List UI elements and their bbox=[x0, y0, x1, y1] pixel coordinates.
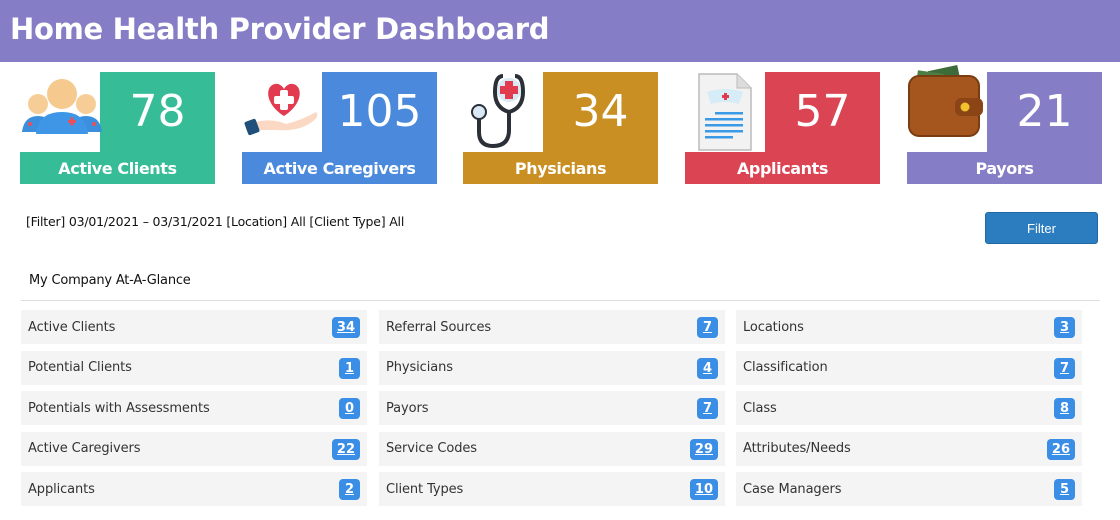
card-value-box: 57 bbox=[765, 72, 880, 153]
card-label: Payors bbox=[907, 152, 1102, 184]
item-label: Client Types bbox=[386, 481, 464, 497]
list-item: Class 8 bbox=[736, 391, 1082, 425]
list-item: Locations 3 bbox=[736, 310, 1082, 344]
count-badge[interactable]: 29 bbox=[689, 438, 718, 460]
hand-heart-icon bbox=[244, 83, 318, 136]
count-badge[interactable]: 7 bbox=[697, 398, 718, 419]
item-label: Potentials with Assessments bbox=[28, 400, 210, 416]
card-value-box: 34 bbox=[543, 72, 658, 153]
item-label: Active Clients bbox=[28, 319, 116, 335]
glance-column-2: Referral Sources 7 Physicians 4 Payors 7 Se… bbox=[379, 310, 725, 513]
item-label: Attributes/Needs bbox=[743, 441, 851, 456]
count-badge[interactable]: 0 bbox=[339, 398, 360, 419]
list-item: Potentials with Assessments 0 bbox=[21, 391, 367, 425]
count-badge[interactable]: 7 bbox=[697, 317, 718, 338]
card-value-box: 21 bbox=[987, 72, 1102, 153]
item-label: Case Managers bbox=[743, 481, 842, 497]
count-badge[interactable]: 7 bbox=[1054, 357, 1075, 379]
card-physicians[interactable]: 34 Physicians bbox=[463, 72, 658, 184]
card-active-caregivers[interactable]: 105 Active Caregivers bbox=[242, 72, 437, 184]
list-item: Active Caregivers 22 bbox=[21, 431, 367, 466]
count-badge[interactable]: 34 bbox=[331, 317, 360, 338]
section-title: My Company At-A-Glance bbox=[29, 273, 191, 288]
list-item: Case Managers 5 bbox=[736, 472, 1082, 506]
count-badge[interactable]: 1 bbox=[339, 357, 360, 379]
item-label: Class bbox=[743, 400, 777, 416]
count-badge[interactable]: 3 bbox=[1054, 317, 1075, 338]
staff-group-icon bbox=[22, 79, 102, 134]
card-label: Physicians bbox=[463, 152, 658, 184]
filter-button[interactable]: Filter bbox=[985, 212, 1098, 244]
list-item: Physicians 4 bbox=[379, 350, 725, 385]
card-label: Applicants bbox=[685, 152, 880, 184]
count-badge[interactable]: 10 bbox=[689, 479, 718, 500]
item-label: Service Codes bbox=[386, 441, 477, 456]
item-label: Applicants bbox=[28, 481, 95, 497]
list-item: Active Clients 34 bbox=[21, 310, 367, 344]
item-label: Locations bbox=[743, 319, 804, 335]
card-value-box: 105 bbox=[322, 72, 437, 153]
count-badge[interactable]: 8 bbox=[1054, 398, 1075, 419]
count-badge[interactable]: 5 bbox=[1054, 479, 1075, 500]
page-title: Home Health Provider Dashboard bbox=[10, 12, 550, 46]
glance-column-1: Active Clients 34 Potential Clients 1 Pote… bbox=[21, 310, 367, 513]
card-value: 105 bbox=[337, 86, 422, 137]
wallet-icon bbox=[908, 65, 983, 137]
item-label: Referral Sources bbox=[386, 319, 492, 335]
document-icon bbox=[698, 73, 752, 151]
item-label: Classification bbox=[743, 360, 828, 375]
card-applicants[interactable]: 57 Applicants bbox=[685, 72, 880, 184]
list-item: Client Types 10 bbox=[379, 472, 725, 506]
card-value: 21 bbox=[1016, 86, 1073, 137]
filter-summary: [Filter] 03/01/2021 – 03/31/2021 [Locati… bbox=[26, 214, 405, 229]
count-badge[interactable]: 22 bbox=[331, 438, 360, 460]
stethoscope-icon bbox=[471, 74, 526, 149]
card-payors[interactable]: 21 Payors bbox=[907, 65, 1102, 184]
card-value: 78 bbox=[129, 86, 186, 137]
count-badge[interactable]: 2 bbox=[339, 479, 360, 500]
item-label: Payors bbox=[386, 400, 429, 416]
card-value: 57 bbox=[794, 86, 851, 137]
list-item: Classification 7 bbox=[736, 350, 1082, 385]
list-item: Applicants 2 bbox=[21, 472, 367, 506]
item-label: Potential Clients bbox=[28, 360, 132, 375]
item-label: Physicians bbox=[386, 360, 453, 375]
list-item: Payors 7 bbox=[379, 391, 725, 425]
glance-column-3: Locations 3 Classification 7 Class 8 Attrib… bbox=[736, 310, 1082, 513]
card-value-box: 78 bbox=[100, 72, 215, 153]
item-label: Active Caregivers bbox=[28, 441, 141, 456]
list-item: Potential Clients 1 bbox=[21, 350, 367, 385]
count-badge[interactable]: 4 bbox=[697, 357, 718, 379]
card-label: Active Clients bbox=[20, 152, 215, 184]
card-active-clients[interactable]: 78 Active Clients bbox=[20, 72, 215, 184]
list-item: Attributes/Needs 26 bbox=[736, 431, 1082, 466]
divider bbox=[21, 300, 1100, 301]
list-item: Service Codes 29 bbox=[379, 431, 725, 466]
count-badge[interactable]: 26 bbox=[1046, 438, 1075, 460]
page-header: Home Health Provider Dashboard bbox=[0, 0, 1120, 62]
card-value: 34 bbox=[572, 86, 629, 137]
list-item: Referral Sources 7 bbox=[379, 310, 725, 344]
card-label: Active Caregivers bbox=[242, 152, 437, 184]
